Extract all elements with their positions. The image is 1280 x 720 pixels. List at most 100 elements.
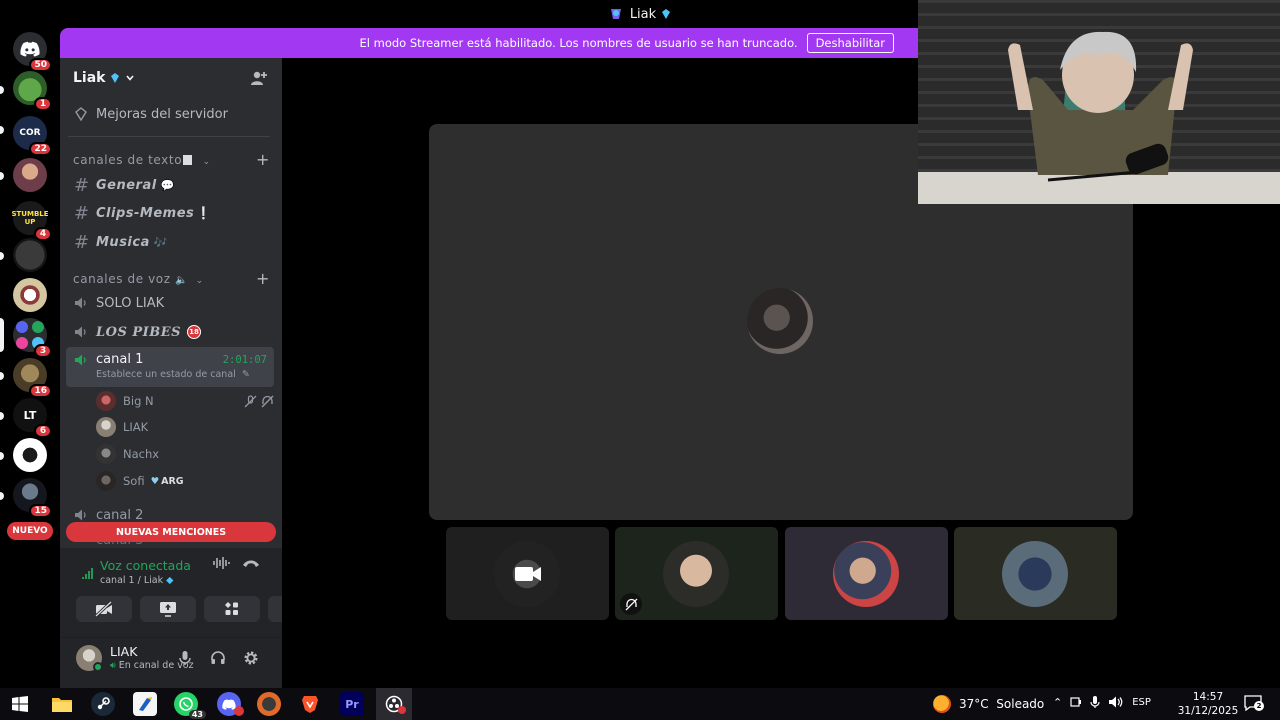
discord-window: Liak 50 1 COR 22 STUMBLE UP 4 3 16 LT 6 … <box>0 0 1280 720</box>
home-badge: 50 <box>29 58 52 72</box>
avatar <box>1002 541 1068 607</box>
input-language[interactable]: ESP <box>1132 697 1151 708</box>
headphones-icon <box>211 651 225 664</box>
new-mentions-button[interactable]: NUEVAS MENCIONES <box>66 522 276 542</box>
orange-app-icon[interactable] <box>257 692 281 716</box>
online-status-dot <box>93 662 103 672</box>
server-icon-girl[interactable] <box>13 158 47 192</box>
sun-icon <box>933 695 951 713</box>
server-icon-lt[interactable]: LT 6 <box>13 398 52 438</box>
speaker-icon <box>75 297 86 309</box>
add-text-channel-button[interactable]: + <box>256 150 269 169</box>
server-header[interactable]: Liak <box>60 58 282 98</box>
channel-musica[interactable]: # Musica 🎶 <box>66 228 274 256</box>
active-app-button[interactable] <box>376 688 412 720</box>
brave-browser-icon[interactable] <box>298 692 322 716</box>
server-icon-dark[interactable]: 15 <box>13 478 52 518</box>
crystal-icon: ◆ <box>166 575 174 586</box>
speaker-icon: 🔊︎ <box>110 661 116 671</box>
server-icon-cor[interactable]: COR 22 <box>13 116 52 156</box>
channel-general[interactable]: # General 💬 <box>66 171 274 199</box>
server-boost-item[interactable]: Mejoras del servidor <box>66 100 274 128</box>
participant-tile[interactable] <box>615 527 778 620</box>
hash-icon: # <box>74 231 90 253</box>
disable-streamer-button[interactable]: Deshabilitar <box>806 33 894 53</box>
file-explorer-icon[interactable] <box>50 692 74 716</box>
avatar <box>96 471 116 491</box>
weather-widget[interactable]: 37°C Soleado <box>933 695 1044 713</box>
microphone-icon[interactable] <box>1090 695 1100 709</box>
windows-logo-icon <box>12 696 28 712</box>
server-icon-bowl[interactable] <box>13 278 47 312</box>
deafened-icon <box>261 395 274 407</box>
server-icon-signature[interactable] <box>13 238 47 272</box>
channel-status-prompt[interactable]: Establece un estado de canal ✎ <box>74 369 274 380</box>
server-icon-frog[interactable]: 1 <box>13 71 52 111</box>
pen-app-icon[interactable] <box>133 692 157 716</box>
device-icon[interactable] <box>1070 696 1082 708</box>
voice-user[interactable]: LIAK <box>96 415 274 439</box>
webcam-image <box>918 0 1280 204</box>
invite-member-icon[interactable] <box>250 69 268 87</box>
home-button[interactable]: 50 <box>13 32 52 72</box>
add-voice-channel-button[interactable]: + <box>256 269 269 288</box>
screen-share-icon <box>160 602 176 617</box>
voice-user[interactable]: Nachx <box>96 442 274 466</box>
channel-sidebar: Liak Mejoras del servidor canales de tex… <box>60 58 300 688</box>
discord-logo-icon <box>20 41 40 57</box>
voice-category-label[interactable]: canales de voz 🔈 ⌄ <box>73 272 204 286</box>
server-icon-soldier[interactable]: 16 <box>13 358 52 398</box>
speaker-emoji-icon: 🔈 <box>175 275 189 286</box>
volume-icon[interactable] <box>1108 695 1124 709</box>
server-name: Liak <box>73 70 106 86</box>
server-folder[interactable]: 3 <box>13 318 52 358</box>
heart-icon: ♥ <box>150 475 160 487</box>
age-restricted-badge: 18 <box>187 325 202 339</box>
start-button[interactable] <box>8 692 32 716</box>
server-icon-face[interactable] <box>13 438 47 472</box>
deafen-button[interactable] <box>208 648 228 668</box>
chevron-up-icon[interactable]: ⌃ <box>1053 696 1062 709</box>
voice-channel-canal-1[interactable]: canal 1 2:01:07 Establece un estado de c… <box>66 347 274 387</box>
premiere-pro-icon[interactable]: Pr <box>340 692 364 716</box>
participant-tile[interactable] <box>446 527 609 620</box>
microphone-icon <box>179 651 191 665</box>
voice-user[interactable]: Sofi ♥ ARG <box>96 469 274 493</box>
voice-status[interactable]: Voz conectada <box>100 558 191 573</box>
signal-icon[interactable] <box>82 566 96 580</box>
participant-tile[interactable] <box>954 527 1117 620</box>
call-timer: 2:01:07 <box>222 353 267 366</box>
steam-icon[interactable] <box>91 692 115 716</box>
whatsapp-icon[interactable]: 43 <box>174 692 206 719</box>
participant-tile[interactable] <box>785 527 948 620</box>
soundboard-button[interactable] <box>268 596 282 622</box>
noise-suppression-icon[interactable] <box>212 556 230 570</box>
user-settings-button[interactable] <box>241 648 261 668</box>
user-panel: LIAK 🔊︎ En canal de voz <box>60 638 282 688</box>
server-icon-stumble[interactable]: STUMBLE UP 4 <box>11 201 52 241</box>
discord-taskbar-icon[interactable] <box>217 692 244 716</box>
new-unreads-pill[interactable]: NUEVO <box>7 522 53 540</box>
notification-center-button[interactable]: 2 <box>1244 695 1264 713</box>
channel-clips-memes[interactable]: # Clips-Memes ❕ <box>66 199 274 227</box>
text-category-label[interactable]: canales de texto ⌄ <box>73 153 211 167</box>
mute-button[interactable] <box>175 648 195 668</box>
window-title: Liak <box>629 6 657 22</box>
crystal-icon <box>662 9 671 19</box>
chevron-down-icon <box>126 75 135 81</box>
activities-button[interactable] <box>204 596 260 622</box>
pencil-icon: ✎ <box>241 369 250 380</box>
voice-user[interactable]: Big N <box>96 389 274 413</box>
voice-channel-solo-liak[interactable]: SOLO LIAK <box>66 289 274 317</box>
clock[interactable]: 14:57 31/12/2025 <box>1176 690 1240 718</box>
username[interactable]: LIAK <box>110 644 137 659</box>
streamer-webcam-overlay <box>918 0 1280 204</box>
screen-share-button[interactable] <box>140 596 196 622</box>
disconnect-icon[interactable] <box>242 557 260 569</box>
banner-message: El modo Streamer está habilitado. Los no… <box>359 36 798 50</box>
camera-toggle-button[interactable] <box>76 596 132 622</box>
avatar <box>96 444 116 464</box>
speaker-icon <box>75 509 86 521</box>
boost-gem-icon <box>75 107 87 121</box>
voice-channel-los-pibes[interactable]: LOS PIBES 18 <box>66 318 274 346</box>
